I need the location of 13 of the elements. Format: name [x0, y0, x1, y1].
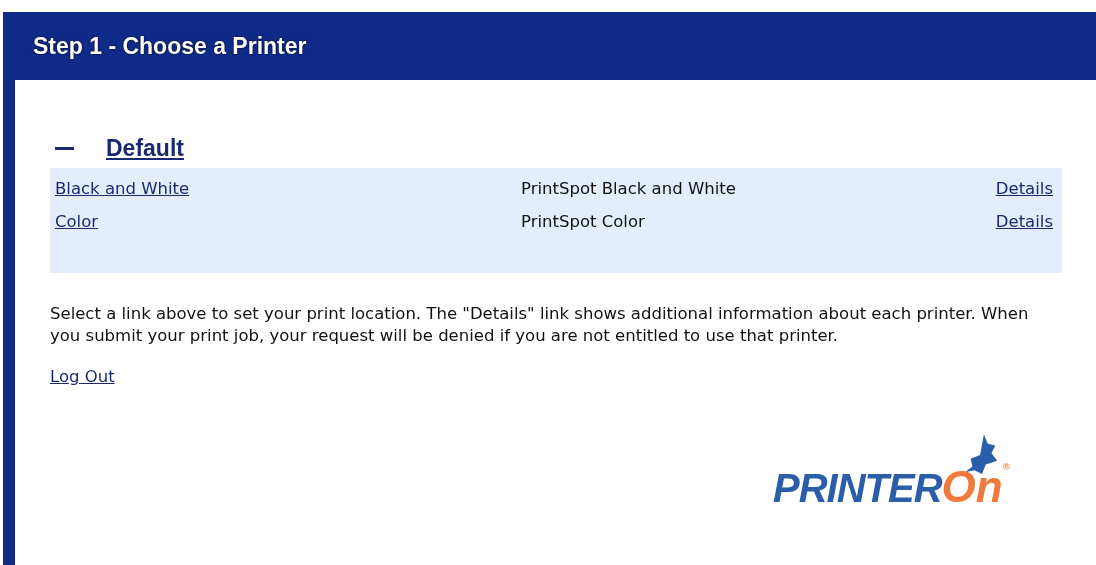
logout-link[interactable]: Log Out: [50, 367, 115, 386]
logo-text: PRINTER: [773, 466, 942, 510]
printer-link[interactable]: Color: [55, 212, 521, 231]
instructions-text: Select a link above to set your print location. The "Details" link shows additional information about each printer. When you submit your print job, your request will be denied if you are not entitled to use that printer.: [50, 303, 1030, 347]
details-link[interactable]: Details: [995, 212, 1053, 231]
group-link[interactable]: Default: [106, 134, 184, 162]
registered-mark: ®: [1002, 462, 1010, 472]
printer-description: PrintSpot Black and White: [521, 179, 737, 198]
printer-link[interactable]: Black and White: [55, 179, 521, 198]
details-link[interactable]: Details: [995, 179, 1053, 198]
printer-description: PrintSpot Color: [521, 212, 646, 231]
page-title: Step 1 - Choose a Printer: [33, 32, 307, 60]
logo-accent-text: On: [941, 462, 1003, 511]
